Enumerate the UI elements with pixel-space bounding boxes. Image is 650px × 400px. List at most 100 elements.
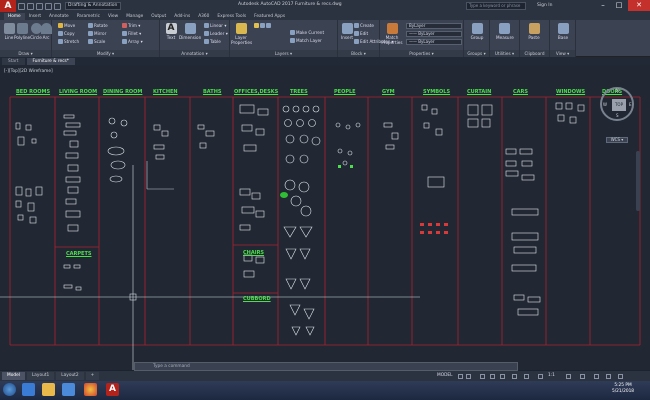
viewcube-north[interactable]: N [616,88,619,93]
tab-output[interactable]: Output [147,13,170,20]
table-tool[interactable]: Table [204,39,221,44]
file-tab-furniture[interactable]: Furniture & recs* [26,57,75,65]
autocad-taskbar-icon[interactable]: A [106,383,119,396]
edit-block-tool[interactable]: Edit [354,31,368,36]
viewcube[interactable]: TOP N W S E [600,87,634,121]
dimension-tool[interactable]: Dimension [179,23,201,40]
color-dropdown[interactable]: ByLayer [406,23,462,29]
viewcube-west[interactable]: W [603,102,607,107]
sun-icon[interactable] [260,23,265,28]
insert-tool[interactable]: Insert [339,23,355,40]
save-icon[interactable] [36,2,43,10]
osnap-icon[interactable] [500,374,505,379]
wcs-menu[interactable]: WCS ▾ [606,137,628,143]
mirror-tool[interactable]: Mirror [88,31,106,36]
minimize-button[interactable]: – [596,0,610,11]
utilities-panel-title[interactable]: Utilities ▾ [490,50,519,57]
add-layout-button[interactable]: + [85,372,100,380]
new-icon[interactable] [18,2,25,10]
bulb-icon[interactable] [254,23,259,28]
create-block-tool[interactable]: Create [354,23,374,28]
media-player-icon[interactable] [62,383,75,396]
selection-cycling-icon[interactable] [524,374,529,379]
tab-view[interactable]: View [104,13,122,20]
linear-tool[interactable]: Linear ▾ [204,23,226,28]
match-layer-tool[interactable]: Match Layer [290,38,322,43]
start-button-icon[interactable] [3,383,16,396]
annotation-visibility-icon[interactable] [538,374,543,379]
layer-properties-tool[interactable]: Layer Properties [231,23,252,45]
text-tool[interactable]: A Text [163,23,179,40]
draw-panel-title[interactable]: Draw ▾ [0,50,51,57]
layout-tab-layout1[interactable]: Layout1 [26,372,55,380]
base-tool[interactable]: Base [555,23,571,40]
viewcube-east[interactable]: E [629,102,632,107]
tab-featured-apps[interactable]: Featured Apps [250,13,289,20]
maximize-button[interactable]: □ [612,0,626,11]
help-search-input[interactable]: Type a keyword or phrase [466,2,526,10]
workspace-select[interactable]: Drafting & Annotation [65,2,121,10]
open-icon[interactable] [27,2,34,10]
model-space-indicator[interactable]: MODEL [437,373,453,378]
make-current-tool[interactable]: Make Current [290,30,324,35]
tab-express-tools[interactable]: Express Tools [213,13,250,20]
trim-tool[interactable]: Trim ▾ [122,23,140,28]
redo-icon[interactable] [54,2,61,10]
tab-insert[interactable]: Insert [25,13,45,20]
stretch-tool[interactable]: Stretch [58,39,79,44]
close-button[interactable]: ✕ [628,0,650,11]
sign-in-link[interactable]: Sign In [537,3,552,8]
tab-parametric[interactable]: Parametric [73,13,104,20]
clean-screen-icon[interactable] [606,374,611,379]
system-clock[interactable]: 5:25 PM 5/21/2018 [612,383,634,395]
file-tab-start[interactable]: Start [2,57,25,65]
clipboard-panel-title[interactable]: Clipboard [520,50,549,57]
workspace-switch-icon[interactable] [566,374,571,379]
block-panel-title[interactable]: Block ▾ [338,50,379,57]
internet-explorer-icon[interactable] [22,383,35,396]
modify-panel-title[interactable]: Modify ▾ [52,50,159,57]
annotation-scale[interactable]: 1:1 [548,373,555,378]
lock-icon[interactable] [266,23,271,28]
annotation-panel-title[interactable]: Annotation ▾ [160,50,229,57]
file-explorer-icon[interactable] [42,383,55,396]
move-tool[interactable]: Move [58,23,75,28]
copy-tool[interactable]: Copy [58,31,75,36]
tab-addins[interactable]: Add-ins [170,13,194,20]
tab-home[interactable]: Home [4,13,25,20]
match-properties-tool[interactable]: Match Properties [381,23,403,45]
linetype-dropdown[interactable]: —— ByLayer [406,31,462,37]
command-line-input[interactable]: Type a command [134,362,518,371]
scale-tool[interactable]: Scale [88,39,105,44]
isolate-objects-icon[interactable] [580,374,585,379]
undo-icon[interactable] [45,2,52,10]
ortho-icon[interactable] [480,374,485,379]
hardware-acceleration-icon[interactable] [594,374,599,379]
viewcube-top-face[interactable]: TOP [612,99,626,111]
layout-tab-model[interactable]: Model [2,372,25,380]
drawing-area[interactable]: [-][Top][2D Wireframe] BED ROOMS LIVING … [0,65,650,370]
layout-tab-layout2[interactable]: Layout2 [56,372,84,380]
leader-tool[interactable]: Leader ▾ [204,31,228,36]
lineweight-icon[interactable] [512,374,517,379]
paste-tool[interactable]: Paste [526,23,542,40]
navigation-bar[interactable] [636,151,640,211]
group-tool[interactable]: Group [469,23,485,40]
polar-icon[interactable] [490,374,495,379]
tab-manage[interactable]: Manage [122,13,147,20]
array-tool[interactable]: Array ▾ [122,39,143,44]
view-panel-title[interactable]: View ▾ [550,50,575,57]
lineweight-dropdown[interactable]: —— ByLayer [406,39,462,45]
layers-panel-title[interactable]: Layers ▾ [230,50,337,57]
properties-panel-title[interactable]: Properties ▾ [380,50,463,57]
tab-a360[interactable]: A360 [194,13,213,20]
application-menu-button[interactable]: A [0,0,16,12]
customization-icon[interactable] [618,374,623,379]
groups-panel-title[interactable]: Groups ▾ [464,50,489,57]
fillet-tool[interactable]: Fillet ▾ [122,31,141,36]
selected-tree-block[interactable] [280,192,288,198]
tab-annotate[interactable]: Annotate [45,13,73,20]
viewcube-south[interactable]: S [616,113,619,118]
chrome-icon[interactable] [84,383,97,396]
snap-icon[interactable] [466,374,471,379]
